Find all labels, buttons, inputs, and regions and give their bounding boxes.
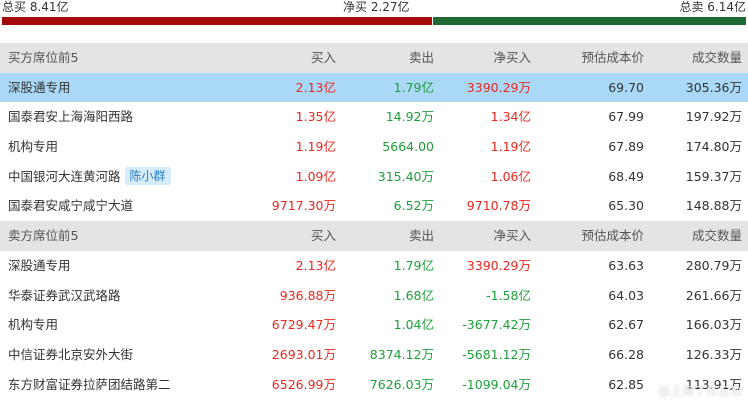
buy-amount: 2693.01万 — [271, 346, 336, 362]
table-row[interactable]: 中信证券北京安外大街 2693.01万 8374.12万 -5681.12万 6… — [0, 340, 748, 370]
header-buy: 买入 — [310, 228, 336, 244]
header-buy: 买入 — [310, 50, 336, 65]
net-amount: 1.19亿 — [490, 139, 531, 155]
sell-amount: 5664.00 — [382, 139, 434, 155]
total-buy-label: 总买 8.41亿 — [2, 0, 69, 14]
buy-amount: 2.13亿 — [295, 257, 336, 273]
net-amount: -1.58亿 — [486, 287, 531, 303]
table-row[interactable]: 东方财富证券拉萨团结路第二 6526.99万 7626.03万 -1099.04… — [0, 370, 748, 400]
cost-price: 67.99 — [608, 109, 644, 125]
volume: 197.92万 — [685, 109, 742, 125]
header-cost: 预估成本价 — [581, 50, 644, 65]
net-amount: 1.06亿 — [490, 168, 531, 184]
header-net: 净买入 — [493, 50, 531, 65]
volume: 174.80万 — [685, 139, 742, 155]
table-row[interactable]: 深股通专用 2.13亿 1.79亿 3390.29万 69.70 305.36万 — [0, 72, 748, 103]
seat-name: 机构专用 — [8, 317, 59, 333]
buy-ratio-bar — [2, 17, 432, 25]
header-sell: 卖出 — [408, 228, 434, 244]
summary-bar: 总买 8.41亿 净买 2.27亿 总卖 6.14亿 — [0, 0, 748, 28]
table-row[interactable]: 中国银河大连黄河路 陈小群 1.09亿 315.40万 1.06亿 68.49 1… — [0, 162, 748, 192]
net-amount: 3390.29万 — [466, 79, 531, 95]
header-volume: 成交数量 — [691, 228, 742, 244]
buy-amount: 1.19亿 — [295, 139, 336, 155]
header-cost: 预估成本价 — [581, 228, 644, 244]
sell-amount: 315.40万 — [377, 168, 434, 184]
cost-price: 62.67 — [608, 317, 644, 333]
seat-name: 深股通专用 — [8, 257, 71, 273]
sell-amount: 8374.12万 — [369, 346, 434, 362]
sell-amount: 1.04亿 — [393, 317, 434, 333]
volume: 126.33万 — [685, 346, 742, 362]
cost-price: 65.30 — [608, 198, 644, 214]
trader-tag[interactable]: 陈小群 — [124, 166, 171, 185]
sell-amount: 14.92万 — [385, 109, 434, 125]
buy-amount: 936.88万 — [279, 287, 336, 303]
total-sell-label: 总卖 6.14亿 — [679, 0, 746, 14]
sell-amount: 1.79亿 — [393, 257, 434, 273]
net-amount: 9710.78万 — [466, 198, 531, 214]
seat-name: 华泰证券武汉武珞路 — [8, 287, 121, 303]
cost-price: 68.49 — [608, 168, 644, 184]
sell-ratio-bar — [433, 17, 746, 25]
buy-amount: 6526.99万 — [271, 376, 336, 392]
net-amount: -1099.04万 — [462, 376, 531, 392]
buy-amount: 1.35亿 — [295, 109, 336, 125]
cost-price: 63.63 — [608, 257, 644, 273]
buy-amount: 9717.30万 — [271, 198, 336, 214]
watermark: @上海丁市五功 — [657, 384, 742, 398]
seat-name: 国泰君安咸宁咸宁大道 — [8, 198, 134, 214]
volume: 280.79万 — [685, 257, 742, 273]
table-row[interactable]: 国泰君安咸宁咸宁大道 9717.30万 6.52万 9710.78万 65.30… — [0, 191, 748, 221]
table-row[interactable]: 深股通专用 2.13亿 1.79亿 3390.29万 63.63 280.79万 — [0, 251, 748, 281]
seat-name: 深股通专用 — [8, 79, 71, 95]
net-buy-label: 净买 2.27亿 — [343, 0, 410, 14]
net-amount: -3677.42万 — [462, 317, 531, 333]
net-amount: 1.34亿 — [490, 109, 531, 125]
seat-name: 东方财富证券拉萨团结路第二 — [8, 376, 171, 392]
seat-name-with-tag: 中国银河大连黄河路 陈小群 — [8, 162, 171, 192]
header-seat: 买方席位前5 — [8, 50, 79, 65]
table-row[interactable]: 国泰君安上海海阳西路 1.35亿 14.92万 1.34亿 67.99 197.… — [0, 102, 748, 132]
volume: 148.88万 — [685, 198, 742, 214]
sell-amount: 6.52万 — [393, 198, 434, 214]
buy-amount: 2.13亿 — [295, 79, 336, 95]
header-sell: 卖出 — [408, 50, 434, 65]
sell-amount: 1.68亿 — [393, 287, 434, 303]
buy-amount: 1.09亿 — [295, 168, 336, 184]
net-amount: -5681.12万 — [462, 346, 531, 362]
sell-amount: 7626.03万 — [369, 376, 434, 392]
table-row[interactable]: 机构专用 6729.47万 1.04亿 -3677.42万 62.67 166.… — [0, 310, 748, 340]
sell-amount: 1.79亿 — [393, 79, 434, 95]
buy-amount: 6729.47万 — [271, 317, 336, 333]
cost-price: 69.70 — [608, 79, 644, 95]
cost-price: 64.03 — [608, 287, 644, 303]
sell-section-header: 卖方席位前5 买入 卖出 净买入 预估成本价 成交数量 — [0, 221, 748, 251]
volume: 159.37万 — [685, 168, 742, 184]
cost-price: 62.85 — [608, 376, 644, 392]
table-row[interactable]: 机构专用 1.19亿 5664.00 1.19亿 67.89 174.80万 — [0, 132, 748, 162]
buy-section-header: 买方席位前5 买入 卖出 净买入 预估成本价 成交数量 — [0, 43, 748, 73]
net-amount: 3390.29万 — [466, 257, 531, 273]
cost-price: 67.89 — [608, 139, 644, 155]
header-volume: 成交数量 — [691, 50, 742, 65]
seat-name: 机构专用 — [8, 139, 59, 155]
seat-name: 中信证券北京安外大街 — [8, 346, 134, 362]
header-seat: 卖方席位前5 — [8, 228, 79, 244]
header-net: 净买入 — [493, 228, 531, 244]
seat-table: 买方席位前5 买入 卖出 净买入 预估成本价 成交数量 深股通专用 2.13亿 … — [0, 43, 748, 399]
seat-name: 国泰君安上海海阳西路 — [8, 109, 134, 125]
volume: 305.36万 — [685, 79, 742, 95]
seat-name: 中国银河大连黄河路 — [8, 168, 121, 184]
table-row[interactable]: 华泰证券武汉武珞路 936.88万 1.68亿 -1.58亿 64.03 261… — [0, 281, 748, 311]
cost-price: 66.28 — [608, 346, 644, 362]
volume: 166.03万 — [685, 317, 742, 333]
volume: 261.66万 — [685, 287, 742, 303]
